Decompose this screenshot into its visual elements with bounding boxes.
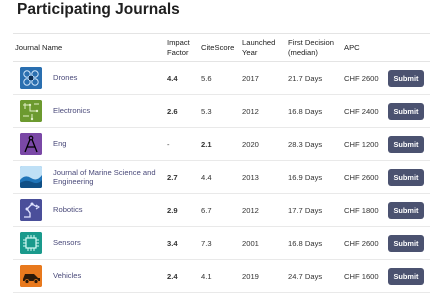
apc: CHF 2600 bbox=[342, 160, 386, 194]
journal-name-sensors[interactable]: Sensors bbox=[53, 238, 81, 248]
header-first-decision-line2: (median) bbox=[288, 47, 318, 57]
journal-name-cell: Drones bbox=[13, 61, 165, 95]
header-action bbox=[386, 33, 430, 62]
drones-logo-icon[interactable] bbox=[20, 67, 42, 89]
sensors-logo-icon[interactable] bbox=[20, 232, 42, 254]
action-cell: Submit bbox=[386, 226, 430, 260]
citescore: 6.7 bbox=[199, 193, 240, 227]
header-impact-factor: Impact Factor bbox=[165, 33, 199, 62]
table-row: Eng - 2.1 2020 28.3 Days CHF 1200 Submit bbox=[13, 127, 430, 161]
eng-logo-icon[interactable] bbox=[20, 133, 42, 155]
journal-name-cell: Journal of Marine Science and Engineering bbox=[13, 160, 165, 194]
launched-year: 2001 bbox=[240, 226, 286, 260]
journals-table: Journal Name Impact Factor CiteScore Laun… bbox=[13, 33, 430, 293]
apc: CHF 1800 bbox=[342, 193, 386, 227]
first-decision: 16.8 Days bbox=[286, 226, 342, 260]
table-row: Sensors 3.4 7.3 2001 16.8 Days CHF 2600 … bbox=[13, 226, 430, 260]
header-launched-line2: Year bbox=[242, 47, 258, 57]
action-cell: Submit bbox=[386, 61, 430, 95]
citescore: 4.1 bbox=[199, 259, 240, 293]
citescore: 5.6 bbox=[199, 61, 240, 95]
impact-factor: 2.6 bbox=[165, 94, 199, 128]
journal-name-robotics[interactable]: Robotics bbox=[53, 205, 83, 215]
table-row: Journal of Marine Science and Engineering… bbox=[13, 160, 430, 194]
action-cell: Submit bbox=[386, 94, 430, 128]
journal-name-cell: Sensors bbox=[13, 226, 165, 260]
page-title: Participating Journals bbox=[17, 1, 180, 18]
submit-button-sensors[interactable]: Submit bbox=[388, 234, 424, 252]
submit-button-robotics[interactable]: Submit bbox=[388, 201, 424, 219]
journal-name-drones[interactable]: Drones bbox=[53, 73, 77, 83]
submit-button-marine[interactable]: Submit bbox=[388, 168, 424, 186]
journal-name-marine-line1: Journal of Marine Science and bbox=[53, 167, 156, 177]
first-decision: 17.7 Days bbox=[286, 193, 342, 227]
action-cell: Submit bbox=[386, 127, 430, 161]
launched-year: 2012 bbox=[240, 94, 286, 128]
impact-factor: 2.4 bbox=[165, 259, 199, 293]
header-journal-name: Journal Name bbox=[13, 33, 165, 62]
journal-name-electronics[interactable]: Electronics bbox=[53, 106, 90, 116]
submit-button-vehicles[interactable]: Submit bbox=[388, 267, 424, 285]
launched-year: 2017 bbox=[240, 61, 286, 95]
journal-name-cell: Electronics bbox=[13, 94, 165, 128]
header-impact-factor-line1: Impact bbox=[167, 38, 190, 47]
citescore: 4.4 bbox=[199, 160, 240, 194]
journal-name-vehicles[interactable]: Vehicles bbox=[53, 271, 81, 281]
launched-year: 2013 bbox=[240, 160, 286, 194]
submit-button-drones[interactable]: Submit bbox=[388, 69, 424, 87]
first-decision: 21.7 Days bbox=[286, 61, 342, 95]
journal-name-marine[interactable]: Journal of Marine Science and Engineering bbox=[53, 168, 156, 187]
action-cell: Submit bbox=[386, 160, 430, 194]
header-first-decision: First Decision (median) bbox=[286, 33, 342, 62]
page: Participating Journals Journal Name Impa… bbox=[0, 0, 443, 298]
journal-name-marine-line2: Engineering bbox=[53, 177, 94, 186]
table-row: Robotics 2.9 6.7 2012 17.7 Days CHF 1800… bbox=[13, 193, 430, 227]
impact-factor: - bbox=[165, 127, 199, 161]
citescore: 2.1 bbox=[199, 127, 240, 161]
header-apc: APC bbox=[342, 33, 386, 62]
apc: CHF 2600 bbox=[342, 226, 386, 260]
vehicles-logo-icon[interactable] bbox=[20, 265, 42, 287]
launched-year: 2012 bbox=[240, 193, 286, 227]
first-decision: 24.7 Days bbox=[286, 259, 342, 293]
launched-year: 2020 bbox=[240, 127, 286, 161]
table-row: Vehicles 2.4 4.1 2019 24.7 Days CHF 1600… bbox=[13, 259, 430, 293]
header-launched-year: Launched Year bbox=[240, 33, 286, 62]
impact-factor: 2.9 bbox=[165, 193, 199, 227]
apc: CHF 2600 bbox=[342, 61, 386, 95]
action-cell: Submit bbox=[386, 259, 430, 293]
launched-year: 2019 bbox=[240, 259, 286, 293]
header-first-decision-line1: First Decision bbox=[288, 38, 334, 47]
first-decision: 16.9 Days bbox=[286, 160, 342, 194]
action-cell: Submit bbox=[386, 193, 430, 227]
marine-logo-icon[interactable] bbox=[20, 166, 42, 188]
submit-button-electronics[interactable]: Submit bbox=[388, 102, 424, 120]
first-decision: 28.3 Days bbox=[286, 127, 342, 161]
citescore: 7.3 bbox=[199, 226, 240, 260]
apc: CHF 1600 bbox=[342, 259, 386, 293]
journal-name-cell: Vehicles bbox=[13, 259, 165, 293]
table-row: Drones 4.4 5.6 2017 21.7 Days CHF 2600 S… bbox=[13, 61, 430, 95]
electronics-logo-icon[interactable] bbox=[20, 100, 42, 122]
submit-button-eng[interactable]: Submit bbox=[388, 135, 424, 153]
impact-factor: 3.4 bbox=[165, 226, 199, 260]
impact-factor: 2.7 bbox=[165, 160, 199, 194]
table-header-row: Journal Name Impact Factor CiteScore Laun… bbox=[13, 33, 430, 62]
apc: CHF 1200 bbox=[342, 127, 386, 161]
citescore: 5.3 bbox=[199, 94, 240, 128]
header-citescore: CiteScore bbox=[199, 33, 240, 62]
table-row: Electronics 2.6 5.3 2012 16.8 Days CHF 2… bbox=[13, 94, 430, 128]
journal-name-cell: Eng bbox=[13, 127, 165, 161]
first-decision: 16.8 Days bbox=[286, 94, 342, 128]
header-impact-factor-line2: Factor bbox=[167, 47, 189, 57]
apc: CHF 2400 bbox=[342, 94, 386, 128]
robotics-logo-icon[interactable] bbox=[20, 199, 42, 221]
header-launched-line1: Launched bbox=[242, 38, 276, 47]
journal-name-eng[interactable]: Eng bbox=[53, 139, 67, 149]
impact-factor: 4.4 bbox=[165, 61, 199, 95]
journal-name-cell: Robotics bbox=[13, 193, 165, 227]
